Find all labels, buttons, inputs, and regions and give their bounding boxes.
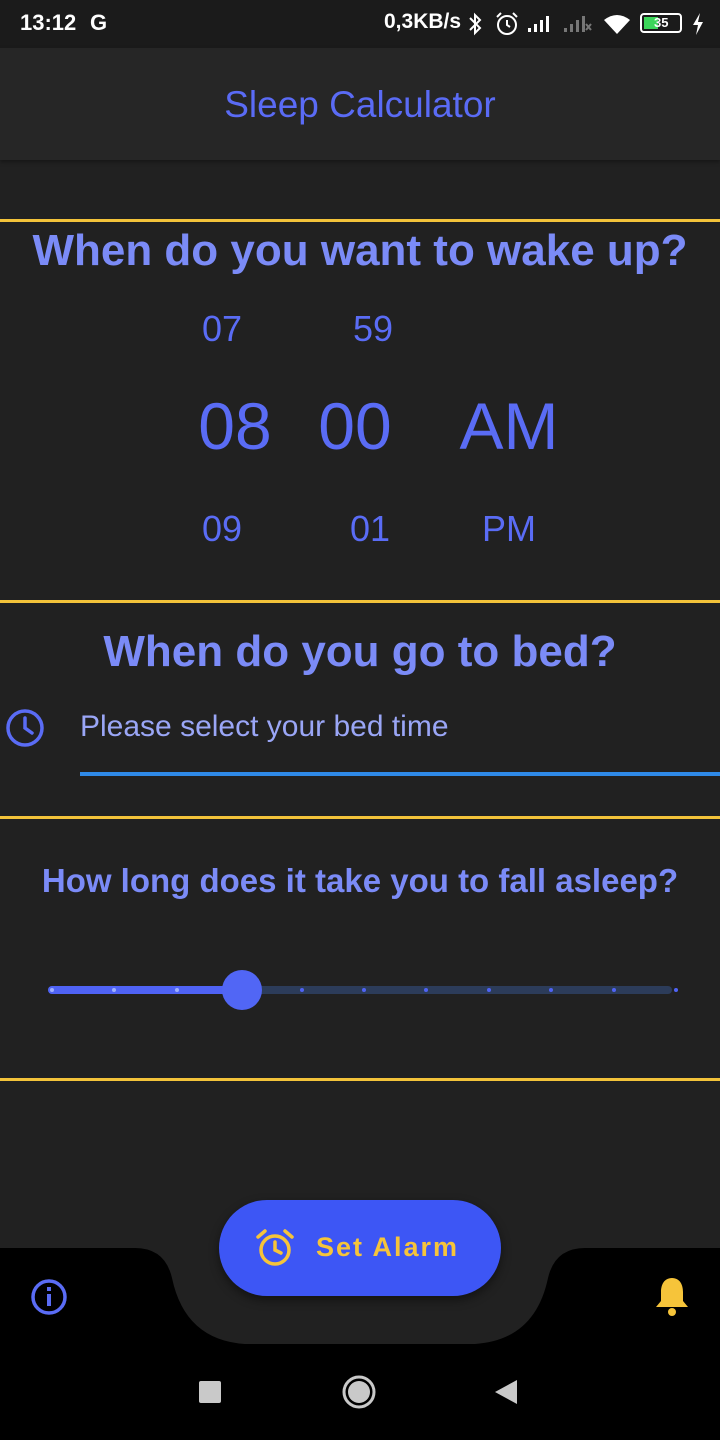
- info-icon[interactable]: [29, 1277, 69, 1317]
- slider-tick: [299, 988, 304, 992]
- signal-icon: [528, 16, 549, 32]
- alarm-clock-icon: [256, 1229, 294, 1266]
- back-triangle-icon[interactable]: [493, 1378, 519, 1406]
- minute-prev-value[interactable]: 59: [313, 308, 433, 350]
- fall-asleep-slider[interactable]: [48, 965, 678, 1015]
- set-alarm-label: Set Alarm: [316, 1232, 460, 1262]
- slider-tick: [50, 988, 54, 992]
- slider-tick: [486, 988, 491, 992]
- battery-icon: 35: [640, 13, 682, 33]
- minute-next-value[interactable]: 01: [310, 508, 430, 550]
- divider: [0, 816, 720, 819]
- hour-next-value[interactable]: 09: [162, 508, 282, 550]
- status-time: 13:12: [20, 10, 77, 35]
- minute-selected[interactable]: 00: [265, 388, 445, 464]
- wake-time-picker[interactable]: 07 59 08 00 AM 09 01 PM: [160, 296, 600, 576]
- divider: [0, 600, 720, 603]
- divider: [0, 1078, 720, 1081]
- wake-heading: When do you want to wake up?: [32, 226, 688, 275]
- divider: [0, 219, 720, 222]
- period-next-value[interactable]: PM: [449, 508, 569, 550]
- slider-tick: [674, 988, 678, 992]
- slider-tick: [174, 988, 179, 992]
- period-selected[interactable]: AM: [419, 388, 599, 464]
- slider-tick: [611, 988, 616, 992]
- system-nav-bar: [0, 1344, 720, 1440]
- alarm-status-icon: [496, 12, 518, 35]
- field-underline: [80, 772, 720, 776]
- set-alarm-button[interactable]: Set Alarm: [219, 1200, 501, 1296]
- charging-icon: [693, 13, 703, 35]
- slider-tick: [362, 988, 366, 992]
- home-circle-icon[interactable]: [341, 1374, 377, 1410]
- bluetooth-icon: [469, 12, 482, 36]
- bell-icon[interactable]: [652, 1274, 692, 1318]
- hour-prev-value[interactable]: 07: [162, 308, 282, 350]
- recents-square-icon[interactable]: [199, 1381, 221, 1403]
- slider-thumb[interactable]: [222, 970, 263, 1010]
- battery-level: 35: [654, 15, 669, 30]
- bed-time-field[interactable]: Please select your bed time: [80, 702, 720, 776]
- app-title: Sleep Calculator: [224, 84, 496, 125]
- network-type-icon: G: [90, 10, 108, 35]
- app-bar: Sleep Calculator: [0, 48, 720, 160]
- asleep-heading: How long does it take you to fall asleep…: [41, 862, 679, 899]
- status-bar: 13:12 G 0,3KB/s 35: [0, 0, 720, 48]
- signal-2-icon: [564, 16, 592, 32]
- bed-heading: When do you go to bed?: [103, 627, 617, 676]
- slider-active-track: [48, 986, 236, 994]
- wifi-icon: [604, 15, 630, 34]
- clock-icon: [6, 709, 44, 747]
- bed-time-placeholder: Please select your bed time: [80, 710, 449, 743]
- network-speed: 0,3KB/s: [384, 10, 462, 33]
